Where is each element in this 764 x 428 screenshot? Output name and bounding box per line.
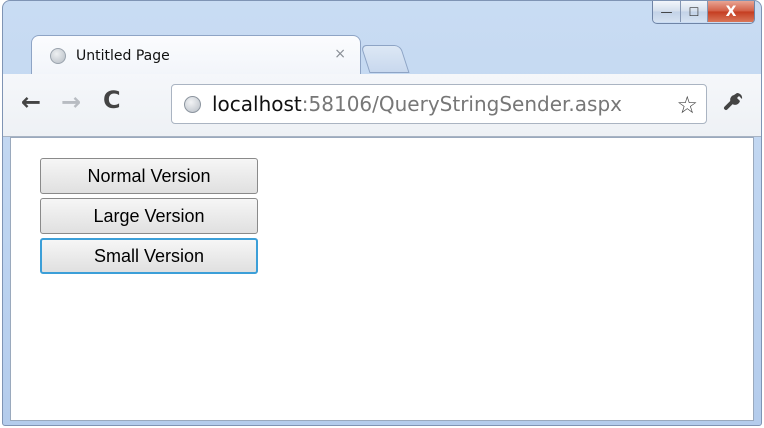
new-tab-button[interactable] [360, 45, 410, 73]
window-controls: — ☐ X [652, 1, 755, 24]
page-content: Normal Version Large Version Small Versi… [10, 137, 754, 421]
bookmark-star-icon[interactable]: ☆ [676, 91, 698, 119]
reload-icon[interactable]: C [103, 86, 121, 114]
tab-close-icon[interactable]: × [334, 46, 346, 62]
normal-version-button[interactable]: Normal Version [40, 158, 258, 194]
browser-toolbar: ← → C localhost:58106/QueryStringSender.… [3, 74, 761, 137]
wrench-icon-graphic [724, 92, 743, 110]
large-version-button[interactable]: Large Version [40, 198, 258, 234]
globe-icon [50, 48, 66, 64]
small-version-button[interactable]: Small Version [40, 238, 258, 274]
tab-active[interactable]: Untitled Page × [31, 35, 361, 75]
address-bar[interactable]: localhost:58106/QueryStringSender.aspx ☆ [171, 84, 707, 124]
url-text[interactable]: localhost:58106/QueryStringSender.aspx [212, 92, 622, 116]
tab-title: Untitled Page [76, 48, 170, 64]
minimize-button[interactable]: — [653, 1, 681, 22]
maximize-button[interactable]: ☐ [681, 1, 708, 22]
globe-icon [184, 96, 201, 113]
url-path: :58106/QueryStringSender.aspx [301, 92, 622, 116]
forward-arrow-icon[interactable]: → [61, 88, 81, 116]
back-arrow-icon[interactable]: ← [21, 88, 41, 116]
close-window-button[interactable]: X [708, 1, 754, 22]
wrench-icon[interactable] [723, 88, 747, 118]
browser-window: — ☐ X Untitled Page × ← → C localhost:58… [2, 0, 762, 426]
url-host: localhost [212, 92, 302, 116]
